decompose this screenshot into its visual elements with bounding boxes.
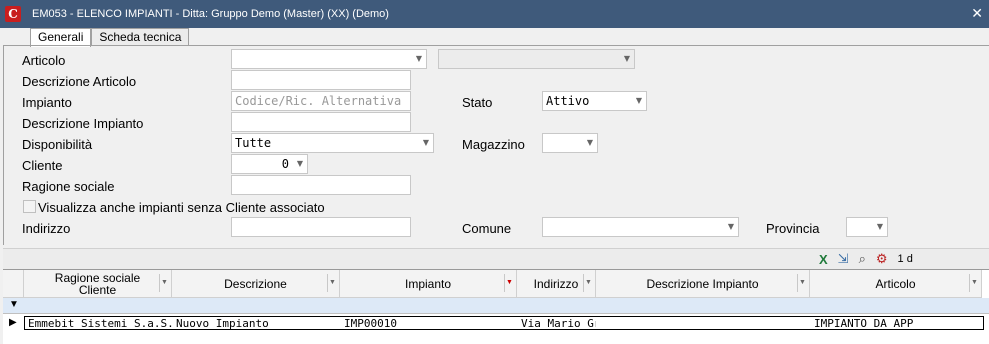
articolo-select[interactable]: ▼: [231, 49, 427, 69]
grid-corner: [3, 270, 24, 298]
chevron-down-icon: ▼: [415, 54, 423, 63]
impianto-input[interactable]: Codice/Ric. Alternativa: [231, 91, 411, 111]
chevron-down-icon[interactable]: ▼: [583, 274, 593, 292]
cliente-label: Cliente: [22, 158, 63, 173]
descrizione-impianto-label: Descrizione Impianto: [22, 116, 144, 131]
chevron-down-icon[interactable]: ▼: [797, 274, 807, 292]
column-header-impianto[interactable]: Impianto ▼: [340, 270, 517, 298]
impianto-label: Impianto: [22, 95, 72, 110]
window-title: EM053 - ELENCO IMPIANTI - Ditta: Gruppo …: [32, 8, 389, 20]
cell-indirizzo: Via Mario Gr: [521, 317, 596, 330]
stato-select[interactable]: Attivo ▼: [542, 91, 647, 111]
comune-label: Comune: [462, 221, 512, 236]
magazzino-select[interactable]: ▼: [542, 133, 598, 153]
visualizza-checkbox[interactable]: [23, 200, 36, 213]
chevron-down-icon: ▼: [296, 159, 304, 168]
column-header-ragione-sociale[interactable]: Ragione sociale Cliente ▼: [24, 270, 172, 298]
filter-active-icon[interactable]: ▼: [504, 274, 514, 292]
disponibilita-select[interactable]: Tutte ▼: [231, 133, 434, 153]
column-header-descrizione-impianto[interactable]: Descrizione Impianto ▼: [596, 270, 810, 298]
chevron-down-icon[interactable]: ▼: [159, 274, 169, 292]
cell-descrizione-impianto: [598, 317, 810, 331]
ragione-sociale-label: Ragione sociale: [22, 179, 115, 194]
chevron-down-icon: ▼: [635, 96, 643, 105]
cell-descrizione: Nuovo Impianto: [176, 317, 269, 330]
grid-filter-row[interactable]: ▼: [3, 298, 989, 314]
cell-ragione-sociale: Emmebit Sistemi S.a.S.: [28, 317, 172, 330]
articolo-variant-select: ▼: [438, 49, 635, 69]
cell-articolo: IMPIANTO DA APP: [814, 317, 914, 330]
cliente-select[interactable]: 0 ▼: [231, 154, 308, 174]
chevron-down-icon: ▼: [623, 54, 631, 63]
close-button[interactable]: ✕: [971, 5, 983, 22]
chevron-down-icon: ▼: [586, 138, 594, 147]
chevron-down-icon: ▼: [876, 222, 884, 231]
indirizzo-input[interactable]: [231, 217, 411, 237]
excel-export-icon[interactable]: X: [819, 252, 828, 267]
column-header-descrizione[interactable]: Descrizione ▼: [172, 270, 340, 298]
articolo-label: Articolo: [22, 53, 66, 68]
descrizione-articolo-label: Descrizione Articolo: [22, 74, 137, 89]
column-header-articolo[interactable]: Articolo ▼: [810, 270, 982, 298]
chevron-down-icon: ▼: [422, 138, 430, 147]
tab-scheda-tecnica[interactable]: Scheda tecnica: [91, 28, 190, 46]
chevron-down-icon: ▼: [727, 222, 735, 231]
visualizza-label: Visualizza anche impianti senza Cliente …: [38, 200, 325, 215]
page-indicator: 1 d: [897, 253, 913, 265]
provincia-select[interactable]: ▼: [846, 217, 888, 237]
provincia-label: Provincia: [766, 221, 820, 236]
column-header-indirizzo[interactable]: Indirizzo ▼: [517, 270, 596, 298]
indirizzo-label: Indirizzo: [22, 221, 71, 236]
app-logo-icon: C: [5, 6, 21, 22]
chevron-down-icon[interactable]: ▼: [969, 274, 979, 292]
magazzino-label: Magazzino: [462, 137, 525, 152]
tab-bar: Generali Scheda tecnica: [30, 28, 190, 47]
cell-impianto: IMP00010: [344, 317, 397, 330]
ragione-sociale-input[interactable]: [231, 175, 411, 195]
descrizione-articolo-input[interactable]: [231, 70, 411, 90]
stato-label: Stato: [462, 95, 493, 110]
results-grid: Ragione sociale Cliente ▼ Descrizione ▼ Im…: [3, 269, 989, 344]
filter-settings-icon[interactable]: ⚙: [876, 251, 888, 267]
disponibilita-label: Disponibilità: [22, 137, 93, 152]
filter-icon: ▼: [9, 299, 19, 310]
export-icon[interactable]: ⇲: [838, 251, 849, 267]
search-icon[interactable]: ⌕: [859, 251, 866, 267]
results-area: X ⇲ ⌕ ⚙ 1 d Ragione sociale Cliente ▼ Des…: [3, 248, 989, 344]
grid-toolbar: X ⇲ ⌕ ⚙ 1 d: [819, 249, 989, 269]
chevron-down-icon[interactable]: ▼: [327, 274, 337, 292]
descrizione-impianto-input[interactable]: [231, 112, 411, 132]
comune-select[interactable]: ▼: [542, 217, 739, 237]
window: C EM053 - ELENCO IMPIANTI - Ditta: Grupp…: [0, 0, 989, 344]
row-pointer-icon: ▶: [9, 317, 17, 328]
title-bar: C EM053 - ELENCO IMPIANTI - Ditta: Grupp…: [0, 0, 989, 28]
